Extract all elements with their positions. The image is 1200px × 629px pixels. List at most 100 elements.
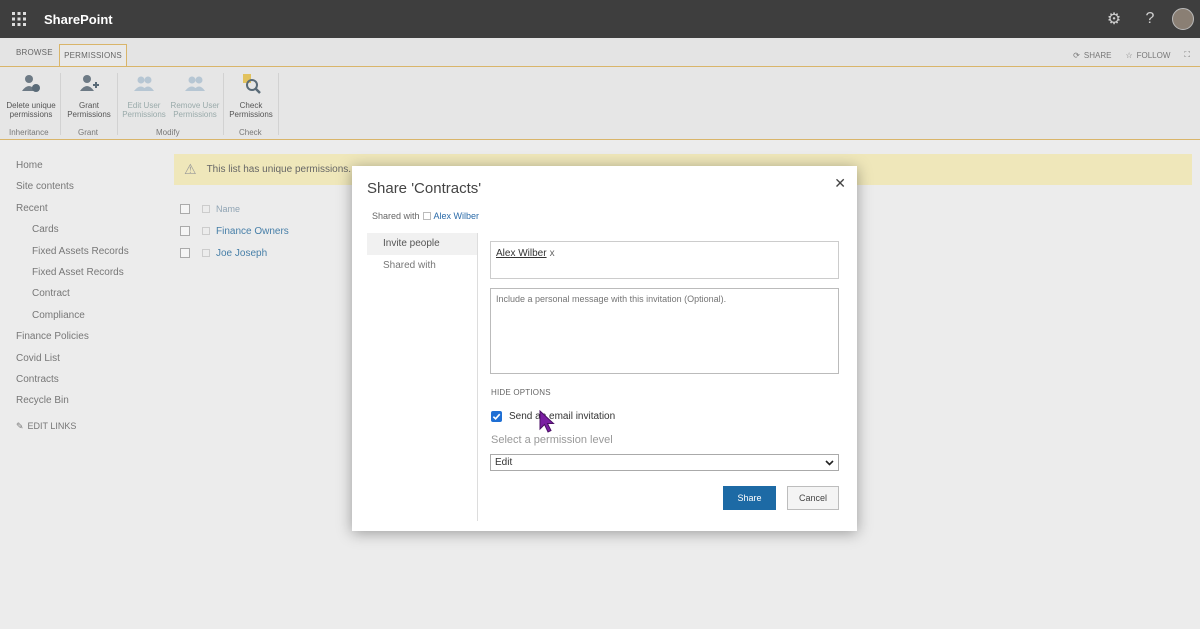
share-link[interactable]: ⟳ SHARE	[1073, 50, 1111, 60]
shared-with-label: Shared with	[372, 211, 420, 221]
list-item: Finance Owners	[180, 220, 289, 242]
shared-with-summary: Shared with Alex Wilber	[372, 211, 479, 221]
nav-item-compliance[interactable]: Compliance	[16, 308, 129, 329]
ribbon-separator	[117, 73, 118, 135]
group-check-label: Check	[239, 128, 262, 137]
nav-item-contract[interactable]: Contract	[16, 286, 129, 307]
checkmark-icon	[492, 413, 501, 421]
delete-unique-line2: permissions	[9, 110, 53, 119]
grant-line2: Permissions	[67, 110, 111, 119]
nav-item-contracts[interactable]: Contracts	[16, 372, 129, 393]
nav-item-covid-list[interactable]: Covid List	[16, 351, 129, 372]
email-invitation-checkbox[interactable]	[491, 411, 502, 422]
list-item: Joe Joseph	[180, 242, 289, 264]
nav-item-finance-policies[interactable]: Finance Policies	[16, 329, 129, 350]
settings-gear-icon[interactable]: ⚙	[1096, 0, 1132, 38]
share-dialog: Share 'Contracts' ✕ Shared with Alex Wil…	[352, 166, 857, 531]
ribbon-separator	[278, 73, 279, 135]
ribbon-tab-bar: BROWSE PERMISSIONS ⟳ SHARE ☆ FOLLOW ⛶	[0, 38, 1200, 66]
app-title[interactable]: SharePoint	[44, 12, 113, 27]
nav-item-fixed-assets-records[interactable]: Fixed Assets Records	[16, 244, 129, 265]
list-header: Name	[180, 198, 289, 220]
row-checkbox[interactable]	[180, 226, 190, 236]
grant-permissions-icon	[80, 75, 99, 91]
focus-icon[interactable]: ⛶	[1184, 50, 1190, 60]
row-checkbox[interactable]	[180, 248, 190, 258]
type-icon	[202, 205, 210, 213]
nav-item-recycle-bin[interactable]: Recycle Bin	[16, 393, 129, 414]
share-icon: ⟳	[1073, 50, 1080, 60]
hide-options-link[interactable]: HIDE OPTIONS	[491, 388, 551, 397]
tab-shared-with[interactable]: Shared with	[367, 255, 477, 277]
remove-user-line1: Remove User	[170, 101, 220, 110]
nav-item-cards[interactable]: Cards	[16, 222, 129, 243]
edit-user-permissions-button[interactable]: Edit User Permissions	[120, 73, 168, 119]
warning-text: This list has unique permissions.	[206, 164, 352, 175]
remove-user-permissions-button[interactable]: Remove User Permissions	[168, 73, 222, 119]
permissions-list: Name Finance Owners Joe Joseph	[180, 198, 289, 264]
check-permissions-magnifier-icon	[243, 74, 261, 94]
chevron-down-icon	[825, 459, 834, 466]
ribbon-separator	[60, 73, 61, 135]
delete-permissions-icon	[22, 75, 40, 92]
grant-permissions-button[interactable]: Grant Permissions	[64, 73, 114, 119]
edit-user-line2: Permissions	[122, 110, 166, 119]
permission-level-value: Edit	[495, 457, 513, 468]
pencil-icon: ✎	[16, 420, 24, 431]
cancel-button[interactable]: Cancel	[787, 486, 839, 510]
check-line1: Check	[239, 101, 263, 110]
delete-unique-line1: Delete unique	[6, 101, 56, 110]
tab-invite-people[interactable]: Invite people	[367, 233, 477, 255]
recipient-token[interactable]: Alex Wilber	[496, 248, 547, 259]
warning-triangle-icon: ⚠	[184, 161, 197, 177]
follow-link[interactable]: ☆ FOLLOW	[1125, 50, 1170, 60]
edit-links-label: EDIT LINKS	[27, 421, 77, 432]
nav-item-recent[interactable]: Recent	[16, 201, 129, 222]
list-item-link[interactable]: Finance Owners	[216, 226, 289, 237]
nav-item-fixed-asset-records[interactable]: Fixed Asset Records	[16, 265, 129, 286]
shared-with-user-link[interactable]: Alex Wilber	[434, 211, 480, 221]
user-avatar[interactable]	[1172, 8, 1194, 30]
edit-user-permissions-icon	[134, 76, 154, 91]
remove-user-line2: Permissions	[173, 110, 217, 119]
share-button[interactable]: Share	[723, 486, 776, 510]
permission-level-select[interactable]: Edit	[490, 454, 839, 471]
edit-links-button[interactable]: ✎ EDIT LINKS	[16, 421, 129, 432]
follow-label: FOLLOW	[1136, 50, 1171, 60]
ribbon-separator	[223, 73, 224, 135]
ribbon-body: Delete unique permissions Grant Permissi…	[0, 66, 1200, 140]
group-icon	[202, 227, 210, 235]
person-icon	[422, 212, 431, 220]
edit-user-line1: Edit User	[127, 101, 161, 110]
nav-item-site-contents[interactable]: Site contents	[16, 179, 129, 200]
select-all-checkbox[interactable]	[180, 204, 190, 214]
recipients-input[interactable]: Alex Wilber x	[490, 241, 839, 279]
tab-browse[interactable]: BROWSE	[16, 48, 53, 57]
group-modify-label: Modify	[156, 128, 180, 137]
nav-item-home[interactable]: Home	[16, 158, 129, 179]
share-label: SHARE	[1083, 50, 1112, 60]
personal-message-field[interactable]	[490, 288, 839, 374]
help-icon[interactable]: ?	[1132, 0, 1168, 38]
user-icon	[202, 249, 210, 257]
tab-permissions[interactable]: PERMISSIONS	[59, 44, 127, 66]
app-launcher-waffle-icon[interactable]	[0, 0, 38, 38]
left-navigation: Home Site contents Recent Cards Fixed As…	[16, 158, 129, 432]
group-inheritance-label: Inheritance	[9, 128, 49, 137]
column-header-name[interactable]: Name	[216, 204, 240, 214]
remove-user-permissions-icon	[185, 76, 205, 91]
close-icon[interactable]: ✕	[834, 175, 846, 192]
star-icon: ☆	[1125, 50, 1133, 60]
permission-level-label: Select a permission level	[491, 434, 613, 446]
remove-recipient-button[interactable]: x	[550, 248, 555, 259]
check-permissions-button[interactable]: Check Permissions	[226, 73, 276, 119]
suite-bar: SharePoint ⚙ ?	[0, 0, 1200, 38]
list-item-link[interactable]: Joe Joseph	[216, 248, 267, 259]
group-grant-label: Grant	[78, 128, 99, 137]
dialog-tabs: Invite people Shared with	[367, 233, 478, 521]
dialog-title: Share 'Contracts'	[367, 180, 482, 197]
email-invitation-label: Send an email invitation	[509, 411, 616, 422]
delete-unique-permissions-button[interactable]: Delete unique permissions	[4, 73, 58, 119]
check-line2: Permissions	[229, 110, 273, 119]
grant-line1: Grant	[78, 101, 99, 110]
